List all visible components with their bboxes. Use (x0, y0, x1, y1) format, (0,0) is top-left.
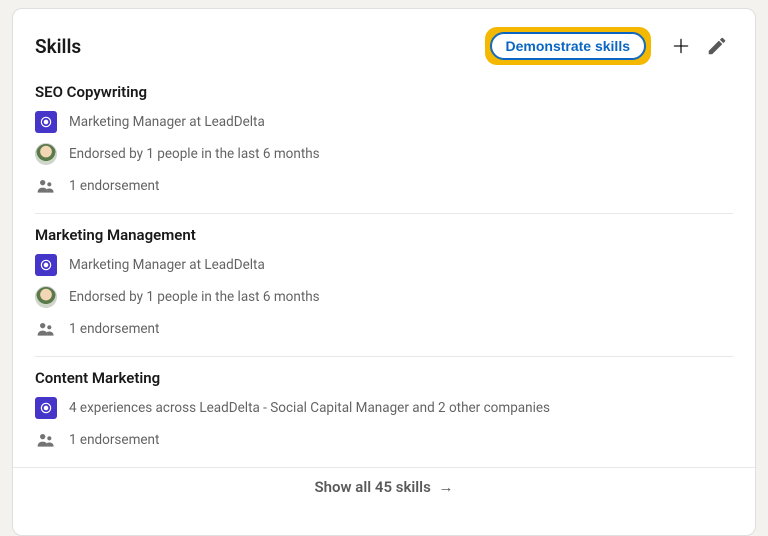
demonstrate-skills-button[interactable]: Demonstrate skills (491, 33, 646, 59)
people-icon (35, 175, 57, 197)
skill-detail-text: 1 endorsement (69, 178, 159, 194)
skill-detail-text: 4 experiences across LeadDelta - Social … (69, 400, 550, 416)
skill-name[interactable]: SEO Copywriting (35, 83, 733, 101)
skills-card-header: Skills Demonstrate skills (13, 9, 755, 71)
skill-detail-text: Marketing Manager at LeadDelta (69, 114, 265, 130)
skill-detail-text: 1 endorsement (69, 321, 159, 337)
add-skill-button[interactable] (665, 30, 697, 62)
skill-name[interactable]: Marketing Management (35, 226, 733, 244)
skill-detail-row: 4 experiences across LeadDelta - Social … (35, 397, 733, 419)
skill-name[interactable]: Content Marketing (35, 369, 733, 387)
skill-item: Marketing Management Marketing Manager at… (35, 213, 733, 356)
people-icon (35, 318, 57, 340)
pencil-icon (706, 35, 728, 57)
skill-detail-text: 1 endorsement (69, 432, 159, 448)
company-logo-icon (35, 254, 57, 276)
company-logo-icon (35, 111, 57, 133)
skill-detail-row: Marketing Manager at LeadDelta (35, 254, 733, 276)
skill-detail-row: 1 endorsement (35, 318, 733, 340)
demonstrate-highlight: Demonstrate skills (485, 27, 652, 65)
skill-detail-row: 1 endorsement (35, 429, 733, 451)
skill-detail-row: Endorsed by 1 people in the last 6 month… (35, 143, 733, 165)
skills-list: SEO Copywriting Marketing Manager at Lead… (13, 71, 755, 467)
skill-detail-row: 1 endorsement (35, 175, 733, 197)
endorser-avatar (35, 286, 57, 308)
arrow-right-icon: → (439, 478, 454, 496)
company-logo-icon (35, 397, 57, 419)
plus-icon (670, 35, 692, 57)
skill-item: SEO Copywriting Marketing Manager at Lead… (35, 71, 733, 213)
skill-detail-text: Marketing Manager at LeadDelta (69, 257, 265, 273)
skill-detail-row: Endorsed by 1 people in the last 6 month… (35, 286, 733, 308)
endorser-avatar (35, 143, 57, 165)
skills-card: Skills Demonstrate skills SEO Copywritin… (12, 8, 756, 536)
skill-detail-text: Endorsed by 1 people in the last 6 month… (69, 146, 320, 162)
skill-item: Content Marketing 4 experiences across Le… (35, 356, 733, 467)
edit-skills-button[interactable] (701, 30, 733, 62)
skill-detail-row: Marketing Manager at LeadDelta (35, 111, 733, 133)
section-title: Skills (35, 35, 485, 58)
skill-detail-text: Endorsed by 1 people in the last 6 month… (69, 289, 320, 305)
people-icon (35, 429, 57, 451)
show-all-label: Show all 45 skills (314, 478, 430, 496)
show-all-skills-link[interactable]: Show all 45 skills → (13, 467, 755, 502)
